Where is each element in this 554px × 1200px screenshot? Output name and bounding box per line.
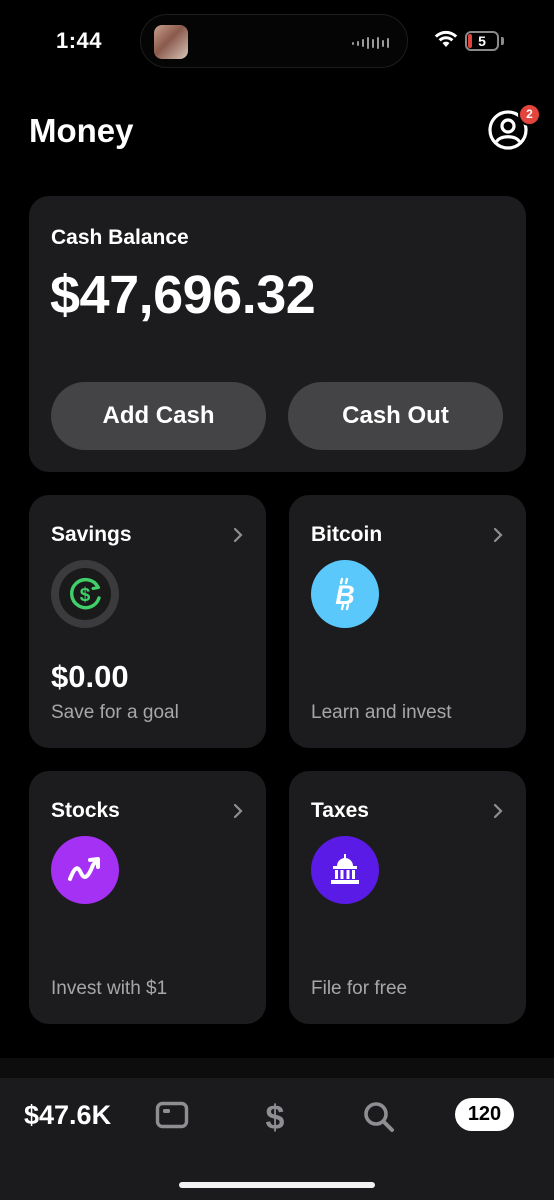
search-icon[interactable] <box>362 1100 396 1134</box>
card-icon[interactable] <box>155 1100 189 1130</box>
dollar-icon[interactable]: $ <box>262 1100 288 1134</box>
svg-text:B: B <box>335 580 355 610</box>
home-indicator <box>179 1182 375 1188</box>
cash-balance-amount: $47,696.32 <box>50 265 316 325</box>
cash-balance-card: Cash Balance $47,696.32 Add Cash Cash Ou… <box>29 196 526 472</box>
dynamic-island[interactable] <box>140 14 408 68</box>
bitcoin-title: Bitcoin <box>311 523 383 546</box>
savings-title: Savings <box>51 523 132 546</box>
now-playing-artwork <box>154 25 188 59</box>
bitcoin-tile[interactable]: Bitcoin B Learn and invest <box>289 495 526 748</box>
add-cash-button[interactable]: Add Cash <box>51 382 266 450</box>
svg-text:$: $ <box>80 585 91 606</box>
savings-tile[interactable]: Savings $ $0.00 Save for a goal <box>29 495 266 748</box>
stocks-title: Stocks <box>51 799 120 822</box>
savings-dollar-icon: $ <box>51 560 119 628</box>
stocks-trend-icon <box>51 836 119 904</box>
activity-badge[interactable]: 120 <box>455 1098 514 1131</box>
savings-subtitle: Save for a goal <box>51 702 179 723</box>
audio-waveform-icon <box>352 37 389 49</box>
taxes-title: Taxes <box>311 799 369 822</box>
savings-value: $0.00 <box>51 659 129 694</box>
page-title: Money <box>29 112 134 149</box>
nav-money-tab[interactable]: $47.6K <box>24 1100 111 1131</box>
battery-icon: 5 <box>465 31 499 51</box>
svg-text:$: $ <box>266 1100 285 1134</box>
stocks-subtitle: Invest with $1 <box>51 978 168 999</box>
wifi-icon <box>434 30 458 47</box>
bitcoin-subtitle: Learn and invest <box>311 702 452 723</box>
chevron-right-icon <box>493 803 503 819</box>
status-time: 1:44 <box>56 28 103 53</box>
taxes-subtitle: File for free <box>311 978 408 999</box>
nav-divider <box>0 1058 554 1078</box>
chevron-right-icon <box>233 527 243 543</box>
status-bar: 1:44 5 <box>0 0 554 90</box>
taxes-tile[interactable]: Taxes File for free <box>289 771 526 1024</box>
bottom-nav: $47.6K $ 120 <box>0 1078 554 1200</box>
notification-badge: 2 <box>518 103 541 126</box>
capitol-building-icon <box>311 836 379 904</box>
bitcoin-icon: B <box>311 560 379 628</box>
chevron-right-icon <box>233 803 243 819</box>
chevron-right-icon <box>493 527 503 543</box>
cash-out-button[interactable]: Cash Out <box>288 382 503 450</box>
stocks-tile[interactable]: Stocks Invest with $1 <box>29 771 266 1024</box>
battery-level: 5 <box>478 33 486 49</box>
cash-balance-label: Cash Balance <box>51 226 189 249</box>
